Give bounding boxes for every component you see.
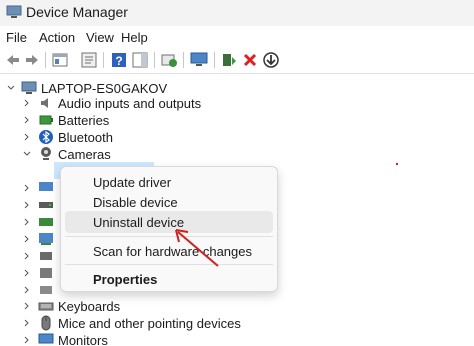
- forward-arrow-icon[interactable]: [23, 51, 41, 69]
- mouse-icon: [41, 315, 51, 331]
- disk-drive-icon: [39, 202, 53, 208]
- tree-item-audio[interactable]: Audio inputs and outputs: [0, 95, 474, 112]
- chevron-right-icon[interactable]: [22, 268, 32, 278]
- uninstall-x-icon[interactable]: [241, 51, 259, 69]
- monitor-icon: [38, 333, 54, 344]
- device-manager-app-icon: [6, 5, 22, 18]
- update-driver-menu-item[interactable]: Update driver: [65, 171, 273, 193]
- speaker-icon: [41, 98, 48, 108]
- back-arrow-icon[interactable]: [4, 51, 22, 69]
- imaging-device-icon: [40, 286, 52, 294]
- tree-item-label: Monitors: [58, 333, 108, 346]
- toolbar: ?: [0, 48, 474, 74]
- tree-item-batteries[interactable]: Batteries: [0, 112, 474, 129]
- window-title: Device Manager: [26, 4, 128, 20]
- chevron-right-icon[interactable]: [22, 234, 32, 244]
- hid-icon: [40, 252, 52, 260]
- menu-file[interactable]: File: [6, 30, 27, 45]
- computer-icon: [21, 81, 37, 94]
- help-icon[interactable]: ?: [110, 51, 128, 69]
- properties-menu-item[interactable]: Properties: [65, 268, 273, 290]
- menu-item-label: Update driver: [93, 175, 172, 190]
- tree-item-label: Mice and other pointing devices: [58, 316, 241, 331]
- download-icon[interactable]: [262, 51, 280, 69]
- tree-item-keyboards[interactable]: Keyboards: [0, 298, 474, 315]
- scan-hardware-menu-item[interactable]: Scan for hardware changes: [65, 240, 273, 262]
- tree-item-bluetooth[interactable]: Bluetooth: [0, 129, 474, 146]
- chevron-right-icon[interactable]: [22, 217, 32, 227]
- chevron-right-icon[interactable]: [22, 115, 32, 125]
- tree-item-label: Cameras: [58, 147, 111, 162]
- chevron-right-icon[interactable]: [22, 301, 32, 311]
- red-dot-mark: [396, 163, 398, 165]
- tree-root-label: LAPTOP-ES0GAKOV: [41, 81, 168, 96]
- tree-item-label: Keyboards: [58, 299, 121, 314]
- chevron-down-icon[interactable]: [6, 83, 16, 93]
- keyboard-icon: [38, 302, 54, 311]
- tree-item-mice[interactable]: Mice and other pointing devices: [0, 315, 474, 332]
- toolbar-separator: [214, 52, 215, 68]
- menu-separator: [65, 264, 273, 265]
- red-arrow-annotation: [175, 229, 219, 267]
- toolbar-separator: [103, 52, 104, 68]
- menu-view[interactable]: View: [86, 30, 114, 45]
- chevron-down-icon[interactable]: [22, 149, 32, 159]
- toolbar-separator: [45, 52, 46, 68]
- chevron-right-icon[interactable]: [22, 183, 32, 193]
- ide-controller-icon: [40, 268, 52, 278]
- tree-item-label: Bluetooth: [58, 130, 113, 145]
- bluetooth-icon: [39, 130, 53, 144]
- firmware-icon: [39, 233, 53, 245]
- chevron-right-icon[interactable]: [22, 318, 32, 328]
- menu-help[interactable]: Help: [121, 30, 148, 45]
- chevron-right-icon[interactable]: [22, 200, 32, 210]
- show-hide-console-icon[interactable]: [80, 51, 98, 69]
- context-menu: Update driver Disable device Uninstall d…: [60, 166, 278, 292]
- chevron-right-icon[interactable]: [22, 285, 32, 295]
- battery-icon: [39, 115, 53, 125]
- menu-bar: File Action View Help: [0, 26, 474, 48]
- svg-text:?: ?: [115, 54, 122, 68]
- properties-icon[interactable]: [51, 51, 69, 69]
- menu-action[interactable]: Action: [39, 30, 75, 45]
- uninstall-device-menu-item[interactable]: Uninstall device: [65, 211, 273, 233]
- toolbar-separator: [154, 52, 155, 68]
- scan-hardware-icon[interactable]: [160, 51, 178, 69]
- chevron-right-icon[interactable]: [22, 251, 32, 261]
- monitor-icon: [39, 182, 53, 191]
- disable-device-menu-item[interactable]: Disable device: [65, 191, 273, 213]
- update-driver-icon[interactable]: [220, 51, 238, 69]
- tree-item-cameras[interactable]: Cameras: [0, 146, 474, 163]
- menu-item-label: Properties: [93, 272, 158, 287]
- menu-separator: [65, 236, 273, 237]
- tree-item-label: Audio inputs and outputs: [58, 96, 202, 111]
- chevron-right-icon[interactable]: [22, 132, 32, 142]
- tree-item-label: Batteries: [58, 113, 110, 128]
- title-bar: Device Manager: [0, 0, 474, 26]
- menu-item-label: Disable device: [93, 195, 178, 210]
- display-adapter-icon: [39, 218, 53, 226]
- monitor-icon[interactable]: [190, 51, 208, 69]
- toolbar-separator: [183, 52, 184, 68]
- action-pane-icon[interactable]: [131, 51, 149, 69]
- chevron-right-icon[interactable]: [22, 335, 32, 345]
- chevron-right-icon[interactable]: [22, 98, 32, 108]
- tree-item-monitors[interactable]: Monitors: [0, 332, 474, 346]
- camera-icon: [41, 147, 51, 160]
